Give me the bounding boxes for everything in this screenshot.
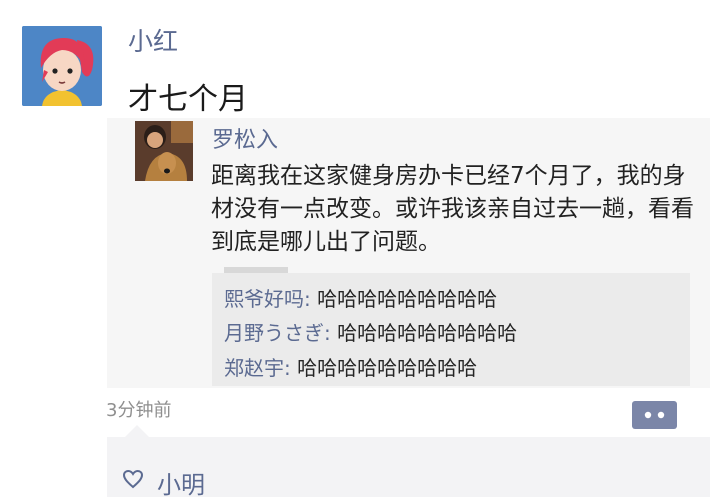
post-username[interactable]: 小红: [128, 22, 178, 58]
comment-text: 哈哈哈哈哈哈哈哈哈: [330, 321, 518, 345]
comment-row: 熙爷好吗: 哈哈哈哈哈哈哈哈哈: [224, 283, 497, 312]
comment-text: 哈哈哈哈哈哈哈哈哈: [310, 287, 498, 311]
post-text: 才七个月: [128, 82, 248, 117]
comment-name: 郑赵宇:: [224, 356, 291, 380]
likes-pointer: [125, 425, 149, 437]
comment-row: 郑赵宇: 哈哈哈哈哈哈哈哈哈: [224, 352, 477, 381]
cartoon-girl-avatar-icon: [22, 26, 102, 106]
comment-row: 月野うさぎ: 哈哈哈哈哈哈哈哈哈: [224, 317, 517, 346]
comment-name: 月野うさぎ:: [224, 321, 331, 345]
comment-name: 熙爷好吗:: [224, 287, 311, 311]
faded-text: [224, 267, 288, 273]
shared-comments: 熙爷好吗: 哈哈哈哈哈哈哈哈哈 月野うさぎ: 哈哈哈哈哈哈哈哈哈 郑赵宇: 哈哈…: [212, 267, 690, 386]
shared-text: 距离我在这家健身房办卡已经7个月了，我的身材没有一点改变。或许我该亲自过去一趟，…: [211, 163, 694, 255]
more-dots-icon: [644, 411, 665, 419]
like-user[interactable]: 小明: [157, 465, 205, 500]
shared-avatar: [135, 121, 193, 181]
comment-button[interactable]: [632, 401, 677, 429]
heart-icon: [122, 469, 144, 489]
man-with-dog-photo-icon: [135, 121, 193, 181]
shared-screenshot-image[interactable]: 罗松入 距离我在这家健身房办卡已经7个月了，我的身材没有一点改变。或许我该亲自过…: [107, 118, 710, 388]
comment-text: 哈哈哈哈哈哈哈哈哈: [290, 356, 478, 380]
likes-box: 小明: [107, 437, 710, 500]
post-time: 3分钟前: [106, 400, 172, 421]
avatar[interactable]: [22, 26, 102, 106]
shared-username: 罗松入: [212, 128, 279, 153]
